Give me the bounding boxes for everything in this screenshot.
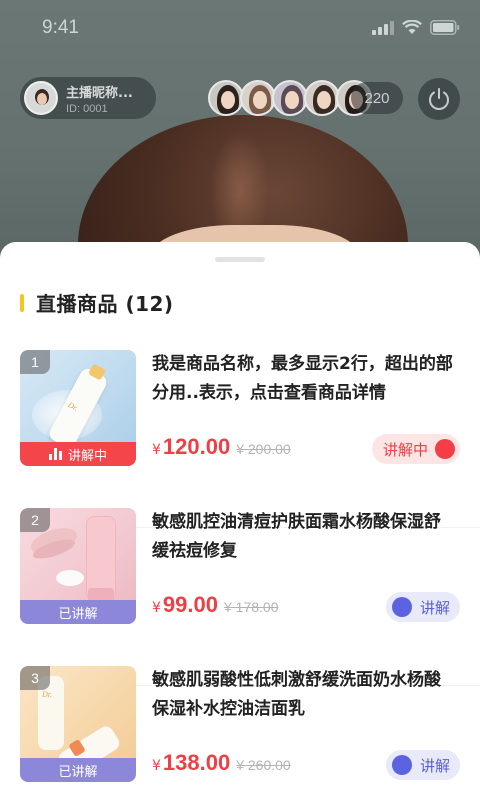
host-id: ID: 0001 <box>66 102 108 115</box>
explain-toggle-label: 讲解 <box>420 598 451 617</box>
explain-toggle[interactable]: 讲解 <box>386 592 460 622</box>
sheet-grabber[interactable] <box>215 257 265 262</box>
product-item[interactable]: Dr. 1 讲解中 我是商品名称，最多显示2行，超出的部分用..表示，点击查看商… <box>0 350 480 528</box>
product-item[interactable]: 2 已讲解 敏感肌控油清痘护肤面霜水杨酸保湿舒缓祛痘修复 ¥ 99.00 ¥ 1… <box>0 508 480 686</box>
product-sheet: 直播商品 (12) Dr. 1 讲解中 我是商品名称，最多显示2行，超出的部分用… <box>0 242 480 800</box>
price-row: ¥ 120.00 ¥ 200.00 <box>152 434 291 460</box>
product-name[interactable]: 敏感肌弱酸性低刺激舒缓洗面奶水杨酸保湿补水控油洁面乳 <box>152 666 457 724</box>
toggle-knob <box>392 597 412 617</box>
product-price: 120.00 <box>162 434 231 459</box>
toggle-knob <box>435 439 455 459</box>
product-status-label: 已讲解 <box>58 764 98 780</box>
product-status-banner: 已讲解 <box>20 600 136 624</box>
wifi-icon <box>402 20 422 35</box>
price-row: ¥ 138.00 ¥ 260.00 <box>152 750 291 776</box>
host-name: 主播昵称... <box>66 85 133 101</box>
end-live-button[interactable] <box>418 78 460 120</box>
explain-toggle[interactable]: 讲解中 <box>372 434 460 464</box>
product-original-price: ¥ 200.00 <box>236 441 291 457</box>
signal-icon <box>372 20 394 35</box>
product-index-badge: 2 <box>20 508 50 532</box>
product-index-badge: 3 <box>20 666 50 690</box>
status-time: 9:41 <box>42 17 79 38</box>
product-index-badge: 1 <box>20 350 50 374</box>
viewer-avatar <box>304 80 340 116</box>
host-text: 主播昵称... ID: 0001 <box>66 82 133 115</box>
viewer-avatar <box>208 80 244 116</box>
viewer-avatar <box>272 80 308 116</box>
explain-toggle[interactable]: 讲解 <box>386 750 460 780</box>
product-price: 99.00 <box>162 592 218 617</box>
status-icons <box>372 20 460 35</box>
product-item[interactable]: Dr. 3 已讲解 敏感肌弱酸性低刺激舒缓洗面奶水杨酸保湿补水控油洁面乳 ¥ 1… <box>0 666 480 800</box>
product-status-banner: 讲解中 <box>20 442 136 466</box>
product-name[interactable]: 我是商品名称，最多显示2行，超出的部分用..表示，点击查看商品详情 <box>152 350 457 408</box>
live-bars-icon <box>48 448 62 460</box>
explain-toggle-label: 讲解中 <box>383 440 429 459</box>
currency-symbol: ¥ <box>152 442 161 458</box>
viewer-avatars[interactable] <box>208 80 372 116</box>
title-accent-bar <box>20 294 24 312</box>
product-name[interactable]: 敏感肌控油清痘护肤面霜水杨酸保湿舒缓祛痘修复 <box>152 508 457 566</box>
product-thumbnail[interactable]: Dr. 1 讲解中 <box>20 350 136 466</box>
toggle-knob <box>392 755 412 775</box>
product-status-banner: 已讲解 <box>20 758 136 782</box>
product-thumbnail[interactable]: 2 已讲解 <box>20 508 136 624</box>
explain-toggle-label: 讲解 <box>420 756 451 775</box>
product-status-label: 讲解中 <box>67 448 107 464</box>
product-thumbnail[interactable]: Dr. 3 已讲解 <box>20 666 136 782</box>
product-status-label: 已讲解 <box>58 606 98 622</box>
viewer-count[interactable]: 220 <box>351 82 403 114</box>
price-row: ¥ 99.00 ¥ 178.00 <box>152 592 278 618</box>
viewer-avatar <box>240 80 276 116</box>
product-price: 138.00 <box>162 750 231 775</box>
host-avatar <box>24 81 58 115</box>
host-info-chip[interactable]: 主播昵称... ID: 0001 <box>20 77 156 119</box>
battery-icon <box>430 20 460 35</box>
currency-symbol: ¥ <box>152 758 161 774</box>
sheet-title: 直播商品 (12) <box>36 292 174 316</box>
status-bar: 9:41 <box>0 0 480 56</box>
currency-symbol: ¥ <box>152 600 161 616</box>
power-icon <box>429 88 449 110</box>
product-original-price: ¥ 260.00 <box>236 757 291 773</box>
product-original-price: ¥ 178.00 <box>223 599 279 615</box>
